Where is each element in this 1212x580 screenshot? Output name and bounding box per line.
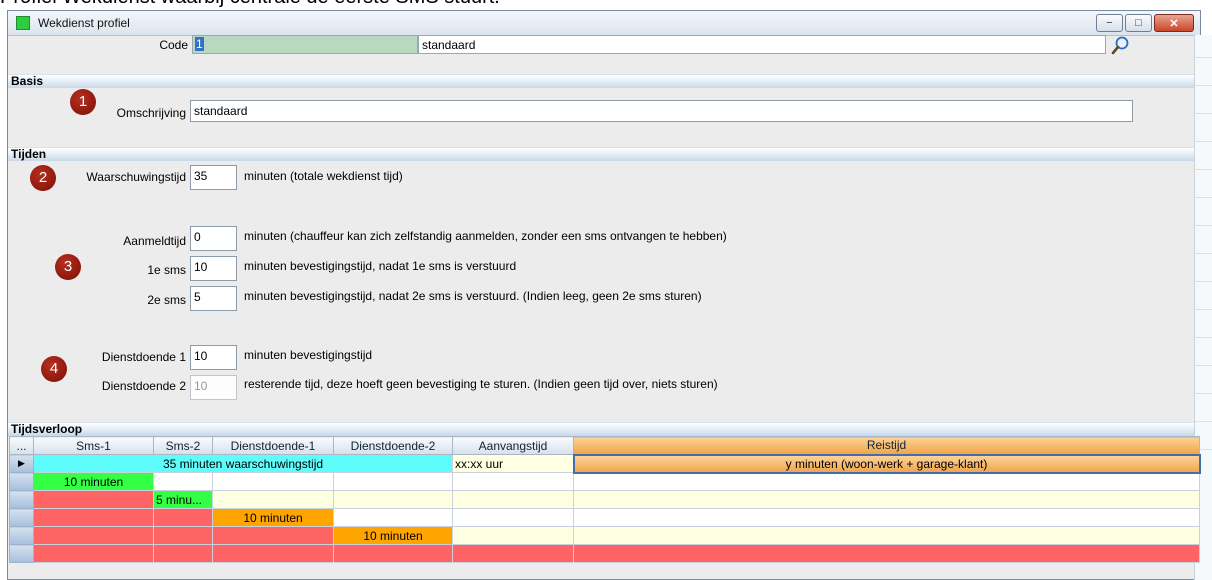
code-value: 1 (195, 37, 204, 51)
column-header-aanvangstijd[interactable]: Aanvangstijd (452, 436, 574, 455)
window-controls: − □ ✕ (1096, 14, 1194, 32)
grid-cell[interactable] (573, 526, 1200, 545)
sms1-field[interactable]: 10 (190, 256, 237, 281)
minimize-icon[interactable]: − (1096, 14, 1123, 32)
aanmeldtijd-field[interactable]: 0 (190, 226, 237, 251)
grid-cell[interactable] (573, 490, 1200, 509)
table-row[interactable]: ▶ 35 minuten waarschuwingstijd xx:xx uur… (9, 453, 1201, 474)
dienstdoende2-label: Dienstdoende 2 (101, 379, 186, 393)
grid-cell[interactable] (212, 490, 334, 509)
sms2-field[interactable]: 5 (190, 286, 237, 311)
grid-cell[interactable] (333, 508, 453, 527)
code-description: standaard (418, 35, 1106, 54)
aanvangstijd-cell[interactable]: xx:xx uur (452, 454, 574, 473)
grid-cell[interactable] (573, 508, 1200, 527)
grid-cell[interactable] (153, 472, 213, 491)
dienstdoende1-label: Dienstdoende 1 (101, 350, 186, 364)
search-icon[interactable] (1110, 34, 1132, 56)
warning-time-cell[interactable]: 35 minuten waarschuwingstijd (33, 454, 453, 473)
omschrijving-label: Omschrijving (116, 106, 186, 120)
column-header-reistijd[interactable]: Reistijd (573, 436, 1200, 455)
dienstdoende2-hint: resterende tijd, deze hoeft geen bevesti… (244, 377, 718, 391)
row-header[interactable] (9, 508, 34, 527)
column-header-dienstdoende2[interactable]: Dienstdoende-2 (333, 436, 453, 455)
grid-cell[interactable] (452, 508, 574, 527)
page-caption: Profiel Wekdienst waarbij centrale de ee… (0, 0, 500, 9)
grid-cell[interactable] (333, 544, 453, 563)
grid-cell[interactable] (153, 508, 213, 527)
badge-1: 1 (70, 89, 96, 115)
aanmeldtijd-label: Aanmeldtijd (123, 234, 186, 248)
badge-3: 3 (55, 254, 81, 280)
column-header-sms1[interactable]: Sms-1 (33, 436, 154, 455)
column-header-dienstdoende1[interactable]: Dienstdoende-1 (212, 436, 334, 455)
table-row[interactable]: 5 minu... (9, 490, 1200, 509)
current-row-indicator[interactable]: ▶ (9, 454, 34, 473)
badge-2: 2 (30, 165, 56, 191)
title-bar: Wekdienst profiel − □ ✕ (8, 11, 1200, 36)
section-basis: Basis (8, 74, 1194, 88)
aanmeldtijd-hint: minuten (chauffeur kan zich zelfstandig … (244, 229, 727, 243)
section-tijdsverloop: Tijdsverloop (8, 422, 1194, 436)
dienstdoende2-field: 10 (190, 375, 237, 400)
grid-cell[interactable] (212, 472, 334, 491)
dienstdoende1-cell[interactable]: 10 minuten (212, 508, 334, 527)
app-icon (16, 16, 30, 30)
code-input[interactable]: 1 (192, 35, 418, 54)
row-header[interactable] (9, 490, 34, 509)
badge-4: 4 (41, 356, 67, 382)
grid-cell[interactable] (33, 544, 154, 563)
code-label: Code (159, 38, 188, 52)
grid-cell[interactable] (452, 472, 574, 491)
reistijd-cell[interactable]: y minuten (woon-werk + garage-klant) (572, 453, 1201, 474)
dienstdoende2-cell[interactable]: 10 minuten (333, 526, 453, 545)
row-header[interactable] (9, 472, 34, 491)
grid-corner[interactable]: ... (9, 436, 34, 455)
sms1-label: 1e sms (147, 263, 186, 277)
sms2-label: 2e sms (147, 293, 186, 307)
grid-header-row: ... Sms-1 Sms-2 Dienstdoende-1 Dienstdoe… (9, 436, 1200, 455)
grid-cell[interactable] (573, 544, 1200, 563)
waarschuwingstijd-label: Waarschuwingstijd (86, 170, 186, 184)
grid-cell[interactable] (153, 526, 213, 545)
waarschuwingstijd-hint: minuten (totale wekdienst tijd) (244, 169, 403, 183)
grid-cell[interactable] (452, 490, 574, 509)
waarschuwingstijd-field[interactable]: 35 (190, 165, 237, 190)
grid-cell[interactable] (212, 526, 334, 545)
grid-cell[interactable] (452, 544, 574, 563)
row-header[interactable] (9, 526, 34, 545)
table-row[interactable] (9, 544, 1200, 563)
column-header-sms2[interactable]: Sms-2 (153, 436, 213, 455)
maximize-icon[interactable]: □ (1125, 14, 1152, 32)
grid-cell[interactable] (452, 526, 574, 545)
grid-cell[interactable] (333, 472, 453, 491)
grid-cell[interactable] (153, 544, 213, 563)
grid-cell[interactable] (33, 508, 154, 527)
dienstdoende1-field[interactable]: 10 (190, 345, 237, 370)
grid-cell[interactable] (333, 490, 453, 509)
sms1-cell[interactable]: 10 minuten (33, 472, 154, 491)
table-row[interactable]: 10 minuten (9, 526, 1200, 545)
grid-cell[interactable] (33, 490, 154, 509)
grid-cell[interactable] (33, 526, 154, 545)
tijdsverloop-grid: ... Sms-1 Sms-2 Dienstdoende-1 Dienstdoe… (9, 436, 1201, 563)
section-tijden: Tijden (8, 147, 1194, 161)
table-row[interactable]: 10 minuten (9, 508, 1200, 527)
close-icon[interactable]: ✕ (1154, 14, 1194, 32)
row-header[interactable] (9, 544, 34, 563)
grid-cell[interactable] (573, 472, 1200, 491)
sms1-hint: minuten bevestigingstijd, nadat 1e sms i… (244, 259, 517, 273)
dienstdoende1-hint: minuten bevestigingstijd (244, 348, 373, 362)
omschrijving-field[interactable]: standaard (190, 100, 1133, 122)
window-title: Wekdienst profiel (38, 16, 130, 30)
sms2-cell[interactable]: 5 minu... (153, 490, 213, 509)
grid-cell[interactable] (212, 544, 334, 563)
sms2-hint: minuten bevestigingstijd, nadat 2e sms i… (244, 289, 702, 303)
table-row[interactable]: 10 minuten (9, 472, 1200, 491)
